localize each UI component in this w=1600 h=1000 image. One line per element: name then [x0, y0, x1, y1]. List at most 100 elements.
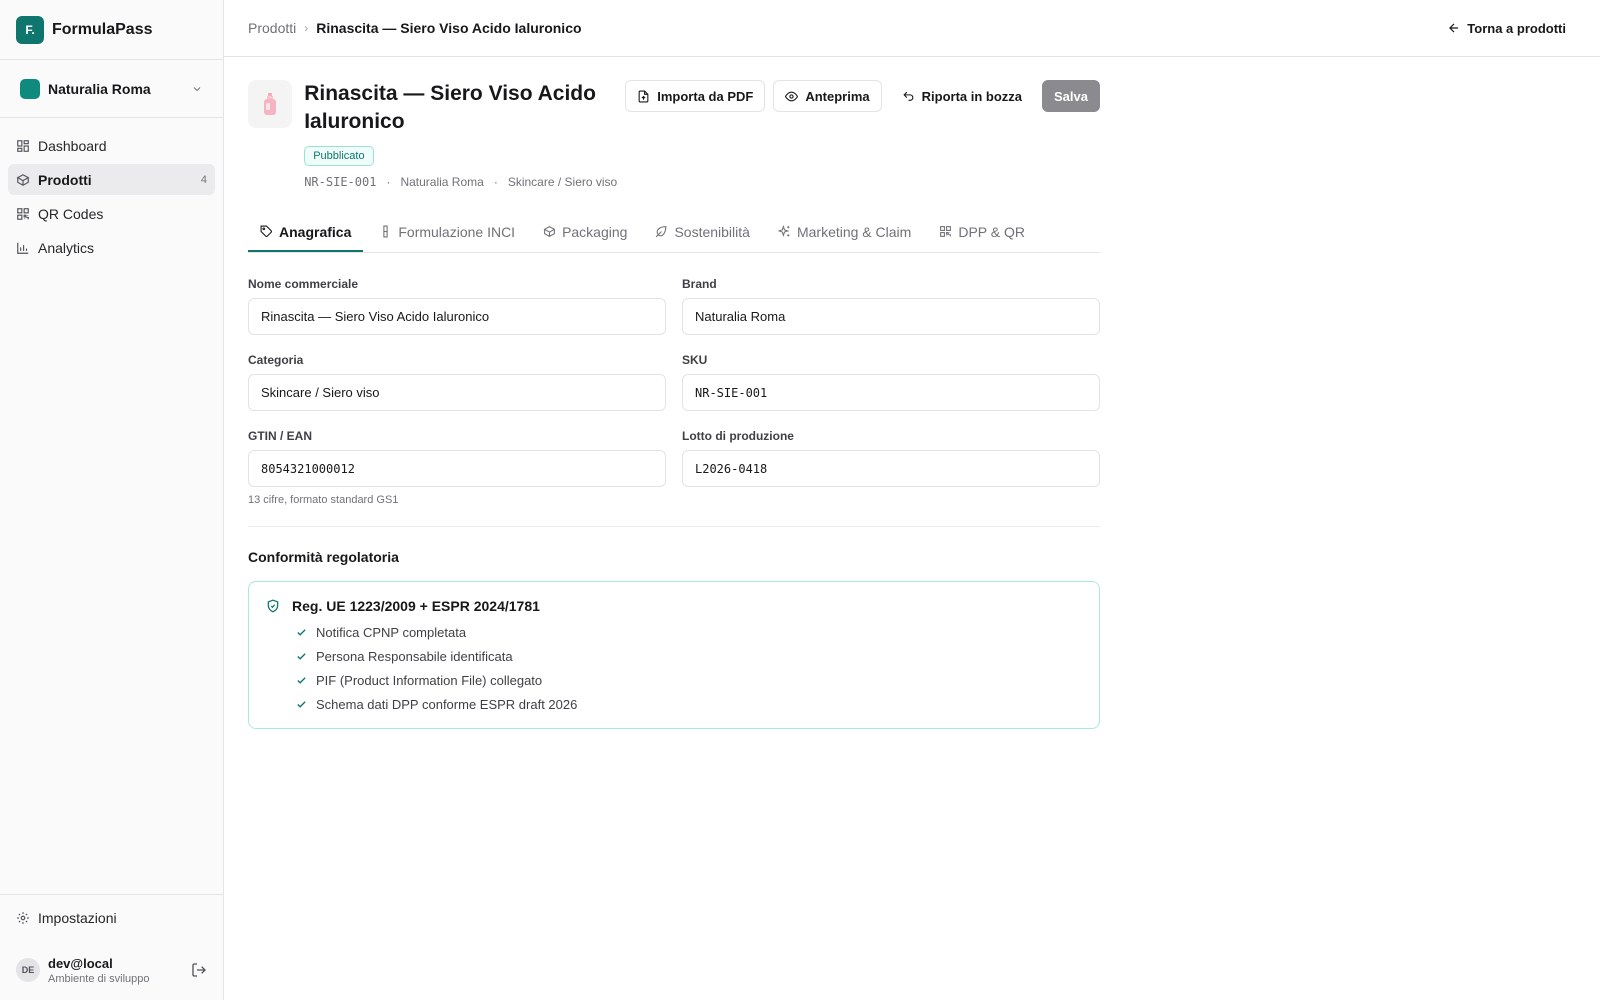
sidebar-item-settings[interactable]: Impostazioni — [0, 895, 223, 940]
eye-icon — [785, 91, 799, 101]
check-label: Notifica CPNP completata — [316, 624, 467, 640]
product-thumbnail — [248, 80, 293, 128]
product-info: Rinascita — Siero Viso Acido Ialuronico … — [304, 80, 617, 189]
settings-label: Impostazioni — [38, 909, 117, 926]
gtin-hint: 13 cifre, formato standard GS1 — [248, 494, 399, 506]
sidebar-item-dashboard[interactable]: Dashboard — [8, 130, 215, 161]
tab-formulazione-inci[interactable]: Formulazione INCI — [367, 213, 527, 252]
compliance-section-title: Conformità regolatoria — [248, 549, 399, 565]
sidebar-item-label: QR Codes — [38, 205, 104, 222]
revert-draft-label: Riporta in bozza — [921, 88, 1023, 104]
header-actions: Importa da PDF Anteprima Riporta in bozz… — [617, 80, 1100, 112]
avatar[interactable]: DE — [16, 958, 40, 982]
flask-icon — [383, 225, 389, 238]
list-item: Persona Responsabile identificata — [296, 644, 1083, 668]
commercial-name-input[interactable] — [248, 298, 666, 335]
tab-label: Marketing & Claim — [796, 223, 912, 240]
check-label: PIF (Product Information File) collegato — [316, 672, 543, 688]
product-editor: Rinascita — Siero Viso Acido Ialuronico … — [248, 80, 1100, 729]
back-link-label: Torna a prodotti — [1467, 20, 1566, 36]
gear-icon — [17, 911, 29, 924]
product-sku: NR-SIE-001 — [304, 175, 377, 189]
brand[interactable]: F. FormulaPass — [0, 0, 223, 60]
product-header: Rinascita — Siero Viso Acido Ialuronico … — [248, 80, 1100, 189]
organization-color-icon — [20, 78, 40, 99]
page-title: Rinascita — Siero Viso Acido Ialuronico — [304, 82, 596, 133]
field-lot: Lotto di produzione — [682, 429, 1100, 506]
revert-to-draft-button[interactable]: Riporta in bozza — [889, 80, 1035, 112]
sidebar-footer: Impostazioni DE dev@local Ambiente di sv… — [0, 894, 223, 1000]
compliance-checklist: Notifica CPNP completata Persona Respons… — [266, 620, 1083, 716]
product-meta: NR-SIE-001 · Naturalia Roma · Skincare /… — [304, 175, 617, 189]
check-icon — [297, 652, 306, 660]
tab-anagrafica[interactable]: Anagrafica — [248, 213, 364, 252]
field-gtin: GTIN / EAN 13 cifre, formato standard GS… — [248, 429, 666, 506]
compliance-title: Reg. UE 1223/2009 + ESPR 2024/1781 — [292, 598, 540, 614]
preview-label: Anteprima — [805, 88, 870, 104]
meta-separator: · — [493, 175, 498, 189]
brand-input[interactable] — [682, 298, 1100, 335]
top-bar: Prodotti › Rinascita — Siero Viso Acido … — [224, 0, 1600, 57]
dashboard-icon — [17, 139, 29, 152]
category-input[interactable] — [248, 374, 666, 411]
user-info: dev@local Ambiente di sviluppo — [48, 956, 191, 985]
tab-sostenibilita[interactable]: Sostenibilità — [643, 213, 762, 252]
bottle-icon — [264, 93, 277, 115]
tab-label: DPP & QR — [958, 223, 1025, 240]
field-label: Nome commerciale — [248, 277, 359, 291]
sidebar-item-label: Prodotti — [38, 171, 92, 188]
sidebar-item-label: Analytics — [38, 239, 95, 256]
sidebar-item-qr-codes[interactable]: QR Codes — [8, 198, 215, 229]
sidebar-item-prodotti[interactable]: Prodotti 4 — [8, 164, 215, 195]
logout-icon[interactable] — [191, 962, 207, 978]
tab-dpp-qr[interactable]: DPP & QR — [927, 213, 1037, 252]
tab-packaging[interactable]: Packaging — [531, 213, 639, 252]
sidebar-item-count: 4 — [200, 173, 207, 186]
list-item: PIF (Product Information File) collegato — [296, 668, 1083, 692]
back-to-products-link[interactable]: Torna a prodotti — [1447, 21, 1566, 36]
chevron-right-icon: › — [304, 21, 309, 35]
gtin-input[interactable] — [248, 450, 666, 487]
user-profile: DE dev@local Ambiente di sviluppo — [0, 940, 223, 1000]
section-divider — [248, 526, 1100, 527]
organization-switcher[interactable]: Naturalia Roma — [0, 60, 223, 118]
breadcrumb-current: Rinascita — Siero Viso Acido Ialuronico — [316, 20, 582, 36]
import-pdf-label: Importa da PDF — [657, 88, 754, 104]
lot-input[interactable] — [682, 450, 1100, 487]
leaf-icon — [656, 226, 667, 238]
brand-logo: F. — [16, 15, 44, 44]
arrow-left-icon — [1449, 23, 1459, 33]
check-icon — [297, 676, 306, 684]
save-label: Salva — [1054, 88, 1088, 104]
anagrafica-form: Nome commerciale Brand Categoria SKU GTI… — [248, 277, 1100, 506]
field-label: Categoria — [248, 353, 304, 367]
tab-marketing-claim[interactable]: Marketing & Claim — [766, 213, 923, 252]
sparkles-icon — [777, 225, 790, 238]
tab-label: Formulazione INCI — [398, 223, 516, 240]
user-environment: Ambiente di sviluppo — [48, 972, 150, 985]
field-brand: Brand — [682, 277, 1100, 335]
qr-code-icon — [940, 226, 952, 237]
tag-icon — [260, 225, 272, 237]
sidebar-item-analytics[interactable]: Analytics — [8, 232, 215, 263]
undo-icon — [903, 91, 913, 101]
product-brand: Naturalia Roma — [400, 175, 484, 189]
organization-name: Naturalia Roma — [48, 80, 151, 97]
product-tabs: Anagrafica Formulazione INCI Packaging S… — [248, 213, 1100, 253]
save-button[interactable]: Salva — [1042, 80, 1100, 112]
package-icon — [543, 226, 556, 237]
field-label: SKU — [682, 353, 708, 367]
check-icon — [297, 628, 306, 636]
field-commercial-name: Nome commerciale — [248, 277, 666, 335]
tab-label: Sostenibilità — [674, 223, 750, 240]
breadcrumb: Prodotti › Rinascita — Siero Viso Acido … — [248, 20, 1447, 36]
status-badge: Pubblicato — [304, 146, 374, 166]
preview-button[interactable]: Anteprima — [773, 80, 882, 112]
check-label: Schema dati DPP conforme ESPR draft 2026 — [316, 696, 578, 712]
sku-input[interactable] — [682, 374, 1100, 411]
breadcrumb-parent[interactable]: Prodotti — [248, 20, 296, 36]
field-sku: SKU — [682, 353, 1100, 411]
meta-separator: · — [386, 175, 391, 189]
compliance-header: Reg. UE 1223/2009 + ESPR 2024/1781 — [266, 598, 1083, 614]
import-pdf-button[interactable]: Importa da PDF — [625, 80, 766, 112]
